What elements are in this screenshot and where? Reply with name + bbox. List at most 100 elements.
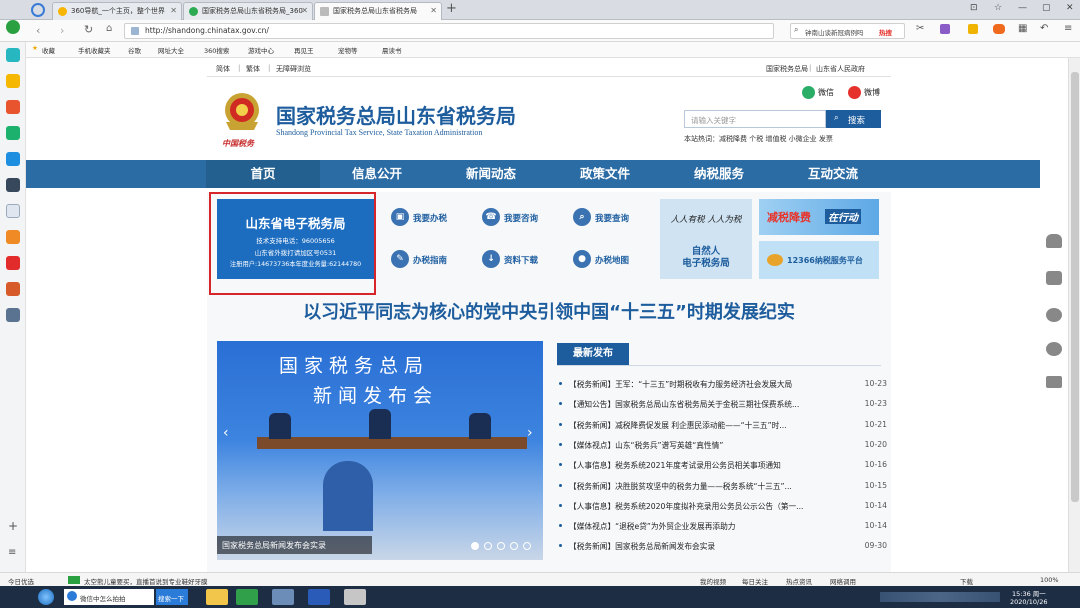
taskbar-app-icon[interactable]: [206, 589, 228, 605]
slide-prev-icon[interactable]: ‹: [223, 425, 229, 441]
close-window-icon[interactable]: ✕: [1066, 3, 1074, 13]
zoom-level[interactable]: 100%: [1040, 576, 1059, 584]
link-traditional[interactable]: 繁体: [246, 64, 260, 74]
site-search-input[interactable]: 请输入关键字: [684, 110, 826, 128]
service-icon[interactable]: [1046, 271, 1062, 285]
news-item[interactable]: 【税务新闻】国家税务总局新闻发布会实录 09-30: [557, 538, 887, 558]
gift-app-icon[interactable]: [6, 230, 20, 244]
clock-date[interactable]: 2020/10/26: [1010, 598, 1047, 606]
weibo-float-icon[interactable]: [1046, 342, 1062, 356]
weibo-icon[interactable]: [6, 100, 20, 114]
taskbar-app-icon[interactable]: [272, 589, 294, 605]
nav-tax-service[interactable]: 纳税服务: [662, 160, 776, 188]
favorite-item[interactable]: 游戏中心: [248, 45, 274, 55]
news-item[interactable]: 【税务新闻】减税降费促发展 利企惠民添动能——“十三五”时... 10-21: [557, 417, 887, 437]
quick-tax-handling[interactable]: ▣ 我要办税: [391, 204, 461, 232]
slide-dot[interactable]: [523, 542, 531, 550]
minimize-icon[interactable]: —: [1018, 3, 1027, 13]
scrollbar-thumb[interactable]: [1071, 72, 1079, 502]
12366-banner[interactable]: 12366纳税服务平台: [759, 241, 879, 279]
maximize-icon[interactable]: ▢: [1042, 3, 1051, 13]
shield-extension-icon[interactable]: [968, 24, 978, 34]
natural-person-etax-banner[interactable]: 人人有税 人人为税 自然人 电子税务局: [660, 199, 752, 279]
browser-logo-icon[interactable]: [31, 3, 45, 17]
game-icon[interactable]: [993, 24, 1005, 34]
news-title[interactable]: 【税务新闻】减税降费促发展 利企惠民添动能——“十三五”时...: [569, 420, 839, 431]
quick-query[interactable]: ⌕ 我要查询: [573, 204, 643, 232]
quick-consult[interactable]: ☎ 我要咨询: [482, 204, 552, 232]
star-icon[interactable]: [6, 74, 20, 88]
taskbar-app-icon[interactable]: [344, 589, 366, 605]
close-tab-icon[interactable]: ✕: [301, 6, 308, 15]
wechat-float-icon[interactable]: [1046, 308, 1062, 322]
slide-dot[interactable]: [497, 542, 505, 550]
browser-search-field[interactable]: ⌕ 钟南山谈新冠病例吗 热搜: [790, 23, 905, 39]
taskbar-app-icon[interactable]: [236, 589, 258, 605]
status-item[interactable]: 热点资讯: [786, 576, 812, 586]
news-title[interactable]: 【媒体视点】“退税e贷”为外贸企业发展再添助力: [569, 521, 839, 532]
shop-app-icon[interactable]: [6, 282, 20, 296]
news-slideshow[interactable]: 国家税务总局 新闻发布会 ‹ › 国家税务总局新闻发布会实录: [217, 341, 543, 560]
slide-dot[interactable]: [471, 542, 479, 550]
quick-download[interactable]: ↓ 资料下载: [482, 246, 552, 274]
status-item[interactable]: 网络调用: [830, 576, 856, 586]
news-item[interactable]: 【媒体视点】山东“税务兵”谱写英雄“真性情” 10-20: [557, 437, 887, 457]
tax-cut-banner[interactable]: 减税降费 在行动: [759, 199, 879, 235]
news-title[interactable]: 【税务新闻】王军：“十三五”时期税收有力服务经济社会发展大局: [569, 379, 839, 390]
link-accessibility[interactable]: 无障碍浏览: [276, 64, 311, 74]
status-item[interactable]: 下载: [960, 576, 973, 586]
news-item[interactable]: 【人事信息】税务系统2020年度拟补充录用公务员公示公告（第一... 10-14: [557, 498, 887, 518]
taskbar-search-button[interactable]: 搜索一下: [156, 589, 188, 605]
favorite-item[interactable]: 360搜索: [204, 45, 229, 55]
news-title[interactable]: 【人事信息】税务系统2020年度拟补充录用公务员公示公告（第一...: [569, 501, 839, 512]
headline[interactable]: 以习近平同志为核心的党中央引领中国“十三五”时期发展纪实: [207, 298, 891, 324]
back-icon[interactable]: ‹: [36, 24, 40, 37]
picture-app-icon[interactable]: [6, 308, 20, 322]
apps-icon[interactable]: [6, 48, 20, 62]
quick-guide[interactable]: ✎ 办税指南: [391, 246, 461, 274]
nav-info-public[interactable]: 信息公开: [320, 160, 434, 188]
ie-icon[interactable]: [6, 20, 20, 34]
favorite-item[interactable]: 宠物等: [338, 45, 358, 55]
bookmark-icon[interactable]: ☆: [994, 3, 1002, 13]
taskbar-word-icon[interactable]: [308, 589, 330, 605]
close-tab-icon[interactable]: ✕: [430, 6, 437, 15]
slide-dot[interactable]: [484, 542, 492, 550]
grid-menu-icon[interactable]: ▦: [1018, 23, 1027, 34]
news-title[interactable]: 【通知公告】国家税务总局山东省税务局关于金税三期社保费系统...: [569, 399, 839, 410]
link-shandong-gov[interactable]: 山东省人民政府: [816, 64, 865, 74]
favorite-item[interactable]: 手机收藏夹: [78, 45, 111, 55]
skin-icon[interactable]: ⊡: [970, 3, 978, 13]
tray-icons[interactable]: [880, 592, 1000, 602]
favorite-item[interactable]: 再见王: [294, 45, 314, 55]
clock-time[interactable]: 15:36 周一: [1012, 588, 1046, 598]
home-icon[interactable]: ⌂: [106, 23, 112, 34]
nav-interaction[interactable]: 互动交流: [776, 160, 890, 188]
news-item[interactable]: 【媒体视点】“退税e贷”为外贸企业发展再添助力 10-14: [557, 518, 887, 538]
etax-card[interactable]: 山东省电子税务局 技术支持电话：96005656 山东省外拨打请加区号0531 …: [217, 199, 374, 279]
mail-float-icon[interactable]: [1046, 376, 1062, 388]
link-sat[interactable]: 国家税务总局: [766, 64, 808, 74]
tab-active[interactable]: 国家税务总局山东省税务局 ✕: [314, 2, 442, 20]
start-button-icon[interactable]: [38, 589, 54, 605]
news-title[interactable]: 【人事信息】税务系统2021年度考试录用公务员相关事项通知: [569, 460, 839, 471]
favorite-item[interactable]: 收藏: [42, 45, 55, 55]
forward-icon[interactable]: ›: [60, 24, 64, 37]
status-item[interactable]: 每日关注: [742, 576, 768, 586]
favorite-item[interactable]: 谷歌: [128, 45, 141, 55]
status-item[interactable]: 太空熊儿童要买，直播首说到专业鞋好牙膜: [84, 576, 208, 586]
news-item[interactable]: 【税务新闻】王军：“十三五”时期税收有力服务经济社会发展大局 10-23: [557, 376, 887, 396]
link-simplified[interactable]: 简体: [216, 64, 230, 74]
taskbar-search[interactable]: 微信中怎么拍拍: [64, 589, 154, 605]
url-field[interactable]: http://shandong.chinatax.gov.cn/: [124, 23, 774, 39]
favorite-item[interactable]: 网址大全: [158, 45, 184, 55]
nav-news[interactable]: 新闻动态: [434, 160, 548, 188]
news-title[interactable]: 【媒体视点】山东“税务兵”谱写英雄“真性情”: [569, 440, 839, 451]
news-app-icon[interactable]: [6, 256, 20, 270]
close-tab-icon[interactable]: ✕: [170, 6, 177, 15]
scrollbar[interactable]: [1068, 58, 1080, 572]
nav-home[interactable]: 首页: [206, 160, 320, 188]
status-item[interactable]: 今日优选: [8, 576, 34, 586]
extension-icon[interactable]: [940, 24, 950, 34]
menu-icon[interactable]: ≡: [1064, 23, 1072, 34]
